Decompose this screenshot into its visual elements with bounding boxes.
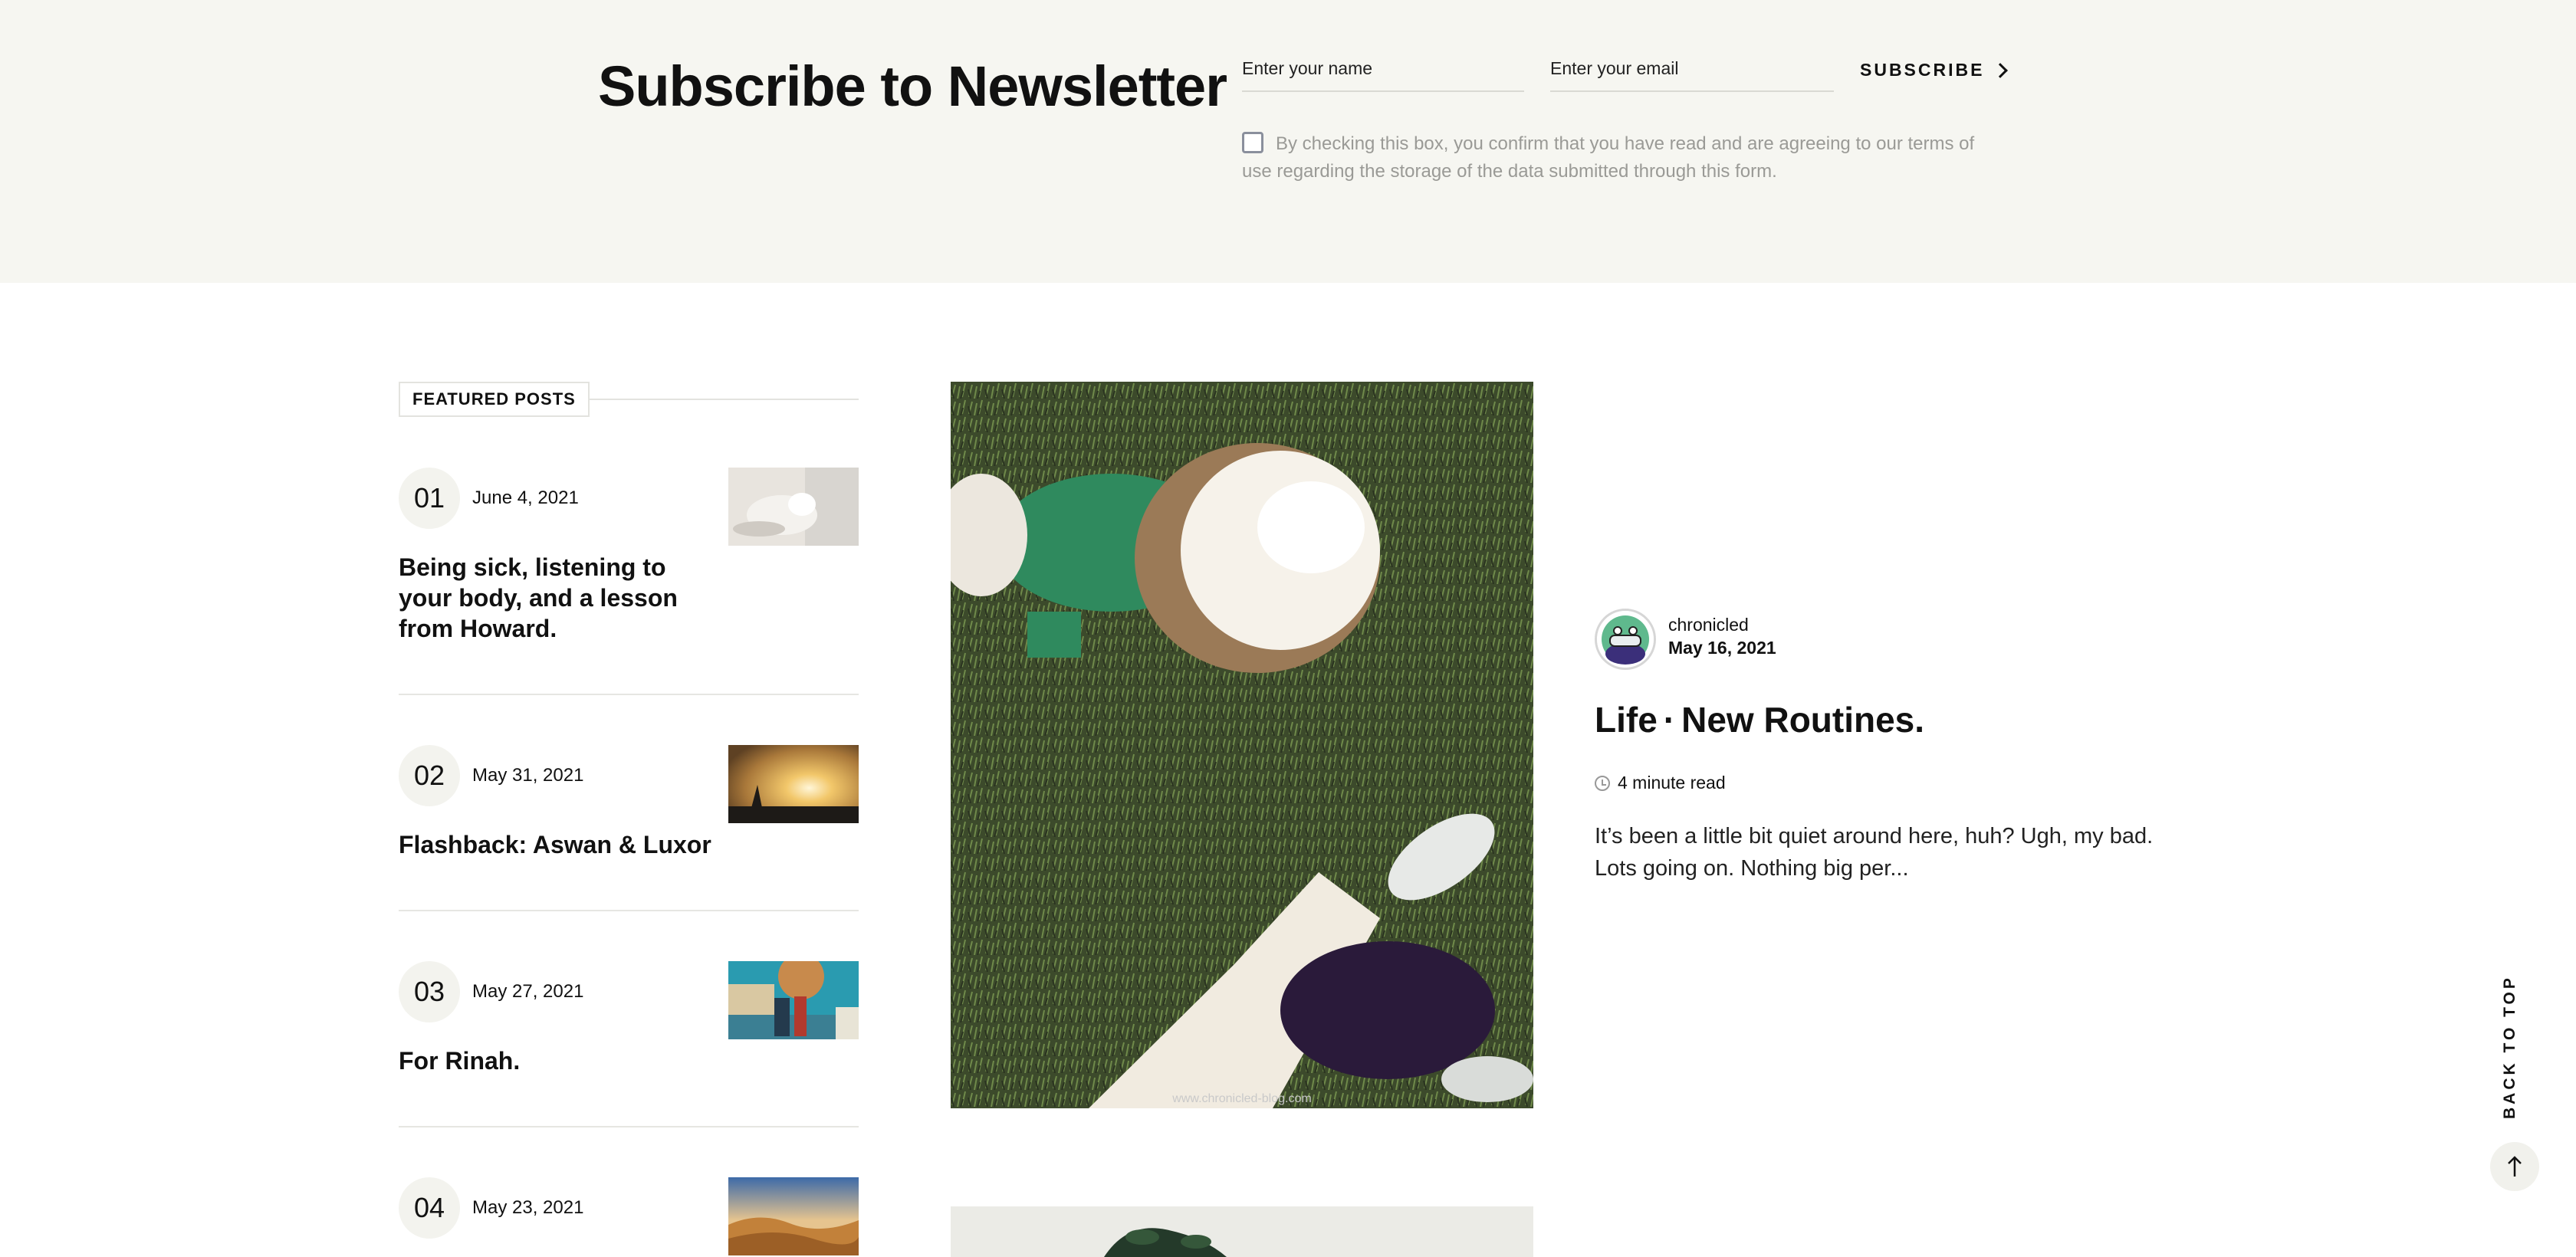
- article-category[interactable]: Life: [1595, 700, 1658, 740]
- newsletter-title: Subscribe to Newsletter: [598, 54, 1227, 118]
- featured-post-2[interactable]: 02 May 31, 2021 Flashback: Aswan & Luxor: [399, 745, 859, 898]
- post-number: 03: [399, 961, 460, 1022]
- author-name[interactable]: chronicled: [1668, 615, 1749, 635]
- article-title-text[interactable]: New Routines.: [1681, 700, 1924, 740]
- post-number: 01: [399, 468, 460, 529]
- featured-posts-label: FEATURED POSTS: [399, 382, 590, 417]
- post-date: May 31, 2021: [472, 765, 584, 786]
- subscribe-button[interactable]: SUBSCRIBE: [1860, 60, 2009, 80]
- dog-in-grass-image: www.chronicled-blog.com: [951, 382, 1533, 1108]
- post-title-strong: Being sick, listening to: [399, 553, 666, 581]
- author-avatar[interactable]: [1595, 609, 1656, 670]
- post-divider: [399, 694, 859, 695]
- image-watermark: www.chronicled-blog.com: [1171, 1092, 1311, 1105]
- post-date: May 27, 2021: [472, 981, 584, 1002]
- post-title[interactable]: Being sick, listening to your body, and …: [399, 552, 705, 644]
- post-thumbnail[interactable]: [728, 745, 859, 823]
- consent-text: By checking this box, you confirm that y…: [1242, 133, 1975, 182]
- article-feature-image[interactable]: www.chronicled-blog.com: [951, 382, 1533, 1108]
- read-time: 4 minute read: [1595, 773, 1726, 793]
- featured-posts-header: FEATURED POSTS: [399, 382, 859, 417]
- post-thumbnail[interactable]: [728, 468, 859, 546]
- article-title[interactable]: Life · New Routines.: [1595, 699, 1924, 740]
- featured-post-3[interactable]: 03 May 27, 2021 For Rinah.: [399, 961, 859, 1114]
- avatar-image: [1597, 611, 1654, 668]
- clock-icon: [1595, 775, 1610, 791]
- post-title-rest: your body, and a lesson from Howard.: [399, 584, 678, 642]
- name-input[interactable]: Enter your name: [1242, 55, 1524, 92]
- post-title[interactable]: For Rinah.: [399, 1045, 705, 1076]
- post-title-strong: Flashback: Aswan & Luxor: [399, 831, 711, 858]
- subscribe-label: SUBSCRIBE: [1860, 60, 1985, 80]
- post-title-strong: For Rinah.: [399, 1047, 521, 1075]
- desert-image: [728, 1177, 859, 1255]
- title-separator: ·: [1663, 700, 1676, 740]
- featured-post-1[interactable]: 01 June 4, 2021 Being sick, listening to…: [399, 468, 859, 697]
- arrow-up-icon: [2508, 1156, 2522, 1177]
- back-to-top-button[interactable]: [2490, 1142, 2539, 1191]
- post-number: 04: [399, 1177, 460, 1239]
- post-divider: [399, 1126, 859, 1127]
- article-excerpt: It’s been a little bit quiet around here…: [1595, 824, 2154, 881]
- featured-post-4[interactable]: 04 May 23, 2021: [399, 1177, 859, 1257]
- back-to-top-label[interactable]: BACK TO TOP: [2501, 975, 2519, 1119]
- chevron-right-icon: [1993, 62, 2009, 78]
- sunset-image: [728, 745, 859, 823]
- post-date: June 4, 2021: [472, 487, 579, 508]
- post-number: 02: [399, 745, 460, 806]
- email-input[interactable]: Enter your email: [1550, 55, 1834, 92]
- sleeping-dog-image: [728, 468, 859, 546]
- next-article-image[interactable]: [951, 1206, 1533, 1257]
- read-time-label: 4 minute read: [1618, 773, 1726, 793]
- post-thumbnail[interactable]: [728, 1177, 859, 1255]
- plant-image: [951, 1206, 1533, 1257]
- newsletter-section: Subscribe to Newsletter Enter your name …: [0, 0, 2576, 283]
- post-date: May 23, 2021: [472, 1197, 584, 1218]
- article-date: May 16, 2021: [1668, 638, 1776, 658]
- post-title[interactable]: Flashback: Aswan & Luxor: [399, 829, 721, 860]
- post-thumbnail[interactable]: [728, 961, 859, 1039]
- mural-image: [728, 961, 859, 1039]
- post-divider: [399, 910, 859, 911]
